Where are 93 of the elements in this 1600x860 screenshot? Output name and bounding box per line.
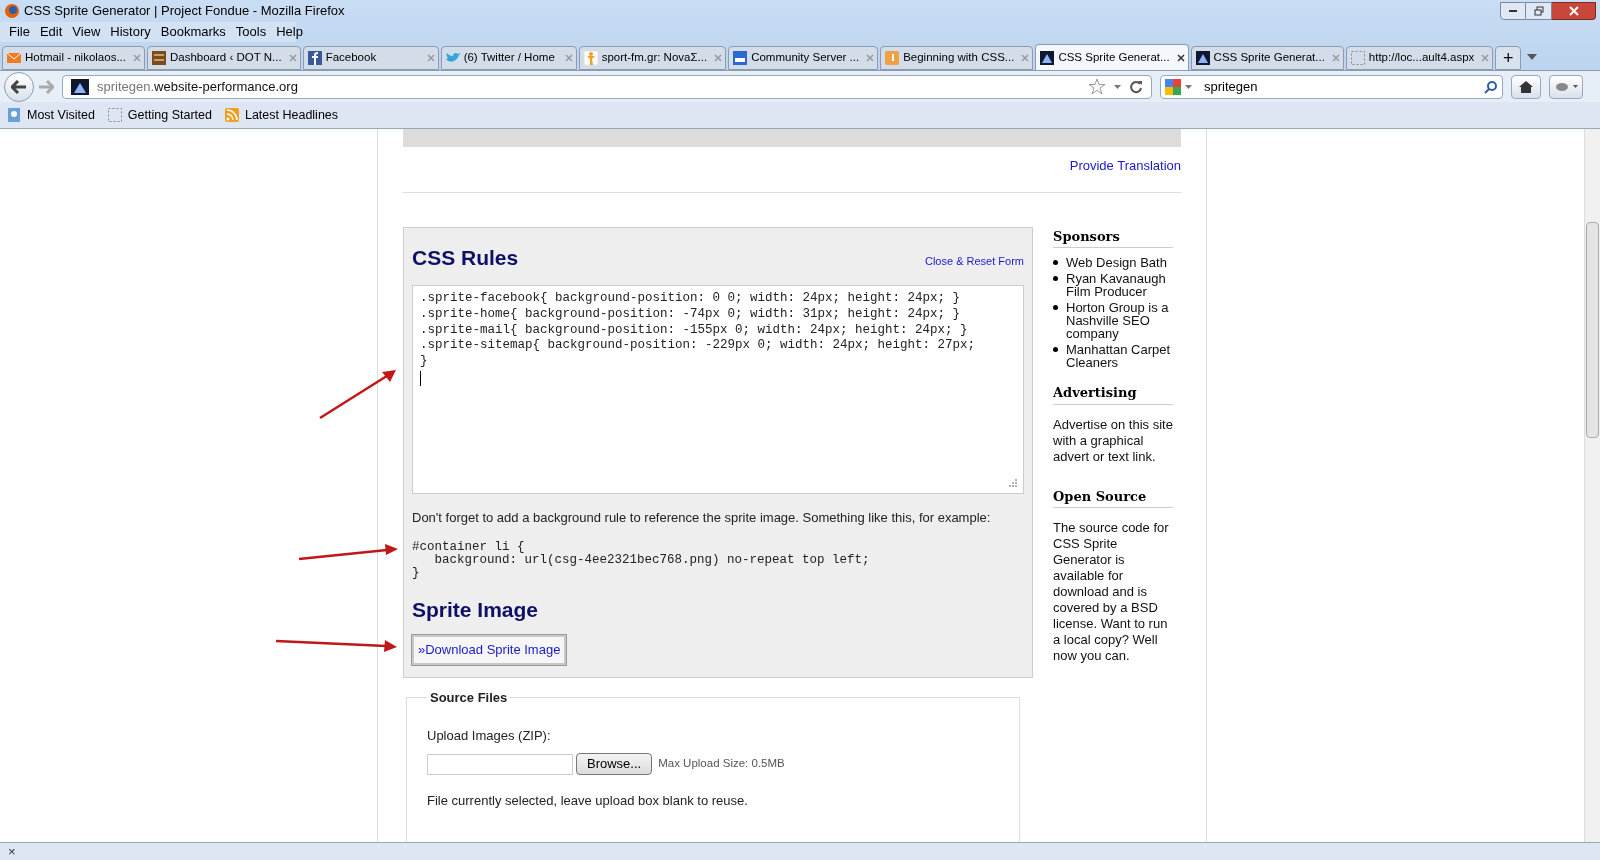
menu-item[interactable]: File (4, 22, 35, 42)
feed-icon (223, 107, 240, 123)
css-output-textarea[interactable]: .sprite-facebook{ background-position: 0 0; width: 24px; height: 24px; } .sprite-home{ background-position: -74px 0; width: 31px; height: 24px; } .sprite-mail{ background-position: -155px 0; width: 24px; height: 24px; } .sprite-sitemap{ background-position: -229px 0; width: 24px; height: 27px; } (412, 285, 1024, 494)
sidebar-heading: Sponsors (1053, 226, 1173, 248)
browser-tab[interactable]: CSS Sprite Generat... (1190, 46, 1344, 70)
sidebar-text: The source code for CSS Sprite Generator is available for download and is covered by a BSD license. Want to run a local copy? Well now you can. (1053, 520, 1170, 664)
menu-item[interactable]: Tools (230, 22, 272, 42)
upload-label: Upload Images (ZIP): (427, 726, 552, 745)
url-prefix: spritegen. (97, 78, 155, 94)
example-code: #container li { background: url(csg-4ee2321bec768.png) no-repeat top left; } (412, 540, 871, 580)
restore-button[interactable] (1526, 2, 1552, 20)
search-engine-icon[interactable] (1165, 78, 1181, 95)
bullet-icon (1053, 276, 1058, 281)
page-icon (6, 107, 22, 123)
facebook-icon (306, 50, 323, 66)
dropdown-icon (1572, 85, 1578, 88)
browser-tab[interactable]: (6) Twitter / Home (440, 46, 577, 70)
site-icon (732, 50, 749, 66)
browser-tab[interactable]: Beginning with CSS... (880, 46, 1034, 70)
dropdown-icon[interactable] (1114, 84, 1121, 89)
home-button[interactable] (1511, 74, 1541, 99)
new-tab-button[interactable]: + (1495, 46, 1522, 70)
provide-translation-link[interactable]: Provide Translation (1069, 156, 1181, 176)
file-selected-note: File currently selected, leave upload box blank to reuse. (427, 792, 749, 810)
forward-arrow-icon[interactable] (38, 79, 54, 94)
menu-item[interactable]: Edit (34, 22, 68, 42)
sidebar-heading: Open Source (1053, 486, 1173, 508)
bullet-icon (1053, 347, 1058, 352)
browser-tab[interactable]: Community Server ... (728, 46, 879, 70)
menu-item[interactable]: View (67, 22, 106, 42)
bullet-icon (1053, 260, 1058, 265)
bullet-icon (1053, 305, 1058, 310)
sponsor-link[interactable]: Horton Group is a Nashville SEO company (1066, 301, 1173, 340)
browser-tab[interactable]: sport-fm.gr: NovaΣ... (578, 46, 727, 70)
download-sprite-button[interactable]: »Download Sprite Image (412, 635, 567, 665)
home-icon (1518, 79, 1534, 94)
close-button[interactable] (1552, 2, 1596, 20)
close-icon (1568, 6, 1579, 16)
site-icon (1039, 49, 1056, 66)
site-icon (151, 50, 167, 66)
close-tab-icon[interactable] (1176, 53, 1185, 62)
sidebar-text: Advertise on this site with a graphical advert or text link. (1053, 416, 1173, 465)
reload-icon[interactable] (1129, 79, 1143, 94)
figure-icon (582, 50, 599, 66)
restore-icon (1533, 6, 1544, 16)
search-icon[interactable] (1484, 79, 1498, 94)
back-button[interactable] (4, 71, 34, 102)
dropdown-icon[interactable] (1185, 84, 1192, 89)
sidebar-heading: Advertising (1053, 383, 1173, 405)
file-input-field[interactable] (427, 753, 573, 775)
max-upload-size-text: Max Upload Size: 0.5MB (658, 756, 785, 772)
minimize-icon (1508, 9, 1518, 13)
bookmark-item[interactable]: Getting Started (104, 105, 214, 125)
envelope-icon (6, 50, 22, 66)
blank-page-icon (106, 107, 123, 123)
sponsor-link[interactable]: Web Design Bath (1066, 256, 1167, 269)
section-heading: CSS Rules (412, 244, 519, 271)
blank-page-icon (1349, 50, 1366, 66)
instruction-text: Don't forget to add a background rule to reference the sprite image. Something like this, for example: (412, 509, 992, 527)
browse-button[interactable]: Browse... (576, 753, 653, 775)
search-field[interactable]: spritegen (1160, 74, 1503, 99)
browser-tab[interactable]: http://loc...ault4.aspx (1345, 46, 1494, 70)
search-text: spritegen (1204, 77, 1258, 96)
browser-tab[interactable]: Dashboard ‹ DOT N... (147, 46, 301, 70)
minimize-button[interactable] (1500, 2, 1526, 20)
close-reset-link[interactable]: Close & Reset Form (924, 252, 1024, 269)
browser-tab[interactable]: Hotmail - nikolaos... (2, 46, 145, 70)
scrollbar[interactable] (1584, 129, 1600, 842)
browser-tab[interactable]: CSS Sprite Generat... (1035, 44, 1189, 70)
sponsor-link[interactable]: Manhattan Carpet Cleaners (1066, 343, 1173, 369)
site-icon (1194, 50, 1211, 66)
window-title: CSS Sprite Generator | Project Fondue - Mozilla Firefox (24, 2, 345, 21)
bookmark-item[interactable]: Most Visited (4, 105, 97, 125)
close-addon-bar-button[interactable]: × (8, 845, 16, 858)
address-bar[interactable]: spritegen.website-performance.org (62, 74, 1152, 99)
site-icon (71, 78, 89, 95)
section-heading: Sprite Image (412, 596, 540, 623)
star-icon[interactable] (1088, 78, 1106, 95)
menu-item[interactable]: Help (271, 22, 308, 42)
menu-item[interactable]: Bookmarks (155, 22, 231, 42)
browser-tab[interactable]: Facebook (302, 46, 439, 70)
addon-button[interactable] (1549, 74, 1583, 99)
bookmark-item[interactable]: Latest Headlines (221, 105, 341, 125)
resize-grip-icon[interactable] (1008, 478, 1017, 487)
letter-icon (884, 50, 901, 66)
menu-item[interactable]: History (105, 22, 156, 42)
tab-list-icon[interactable] (1527, 54, 1538, 62)
text-cursor (420, 371, 421, 386)
firefox-icon (4, 3, 20, 19)
back-arrow-icon (11, 79, 27, 94)
url-domain: website-performance.org (154, 78, 298, 94)
scrollbar-thumb[interactable] (1586, 222, 1599, 438)
sponsor-link[interactable]: Ryan Kavanaugh Film Producer (1066, 272, 1173, 298)
